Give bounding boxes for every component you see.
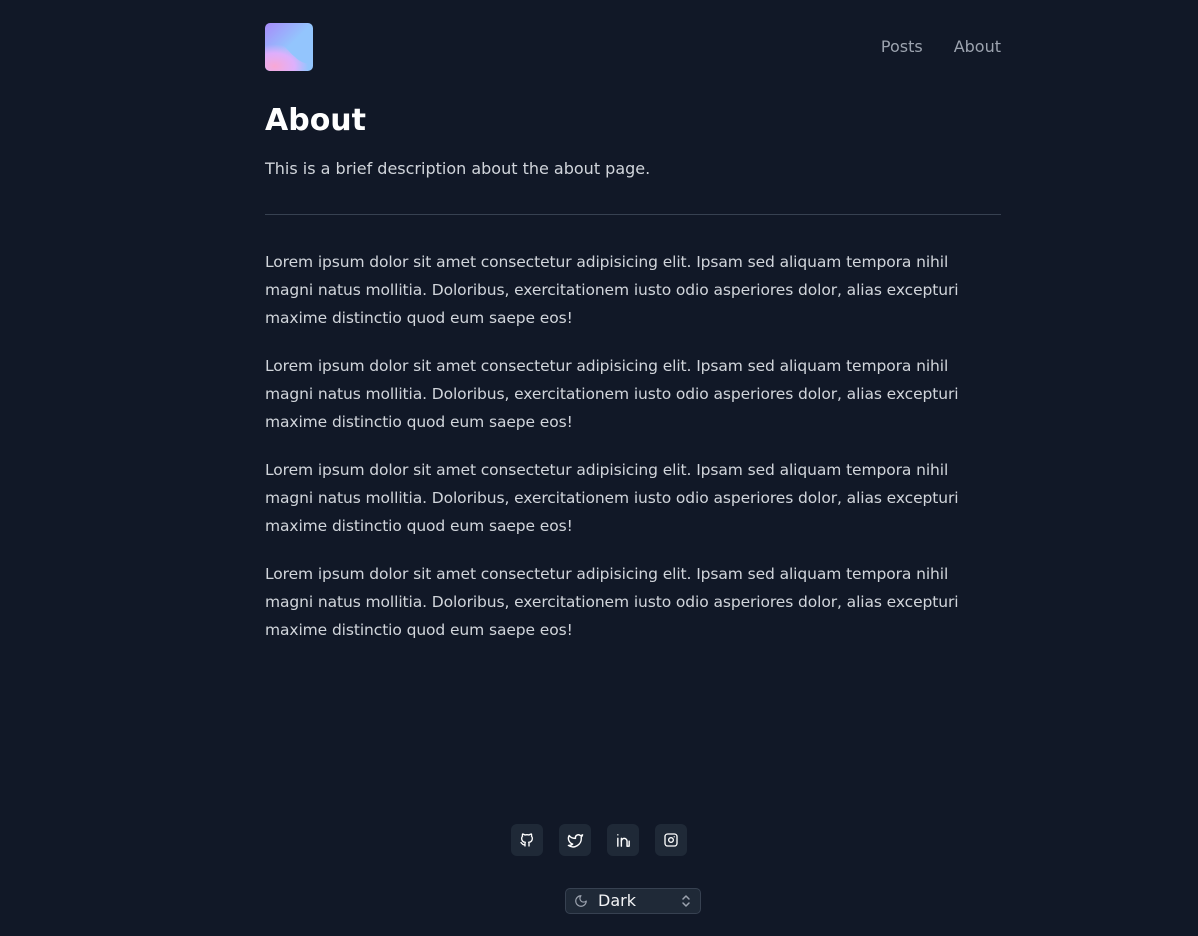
page: Posts About About This is a brief descri… bbox=[0, 0, 1198, 936]
chevron-up-down-icon bbox=[682, 895, 690, 907]
page-description: This is a brief description about the ab… bbox=[265, 159, 651, 178]
paragraph: Lorem ipsum dolor sit amet consectetur a… bbox=[265, 461, 959, 535]
instagram-icon bbox=[664, 833, 678, 847]
site-footer: Dark bbox=[0, 824, 1198, 914]
site-header: Posts About bbox=[265, 23, 1001, 71]
gradient-logo-icon bbox=[265, 23, 313, 71]
logo-link[interactable] bbox=[265, 23, 313, 71]
linkedin-link[interactable] bbox=[607, 824, 639, 856]
main-nav: Posts About bbox=[881, 36, 1001, 58]
github-icon bbox=[520, 833, 533, 847]
paragraph: Lorem ipsum dolor sit amet consectetur a… bbox=[265, 357, 959, 431]
paragraph: Lorem ipsum dolor sit amet consectetur a… bbox=[265, 565, 959, 639]
twitter-icon bbox=[567, 833, 583, 848]
linkedin-icon bbox=[616, 833, 630, 847]
theme-select-value: Dark bbox=[598, 891, 636, 910]
divider bbox=[265, 214, 1001, 215]
instagram-link[interactable] bbox=[655, 824, 687, 856]
moon-icon bbox=[575, 895, 587, 907]
paragraph: Lorem ipsum dolor sit amet consectetur a… bbox=[265, 253, 959, 327]
social-links bbox=[0, 824, 1198, 856]
nav-posts-link[interactable]: Posts bbox=[881, 36, 923, 58]
page-title: About bbox=[265, 103, 367, 138]
nav-about-link[interactable]: About bbox=[954, 36, 1001, 58]
article-content: Lorem ipsum dolor sit amet consectetur a… bbox=[265, 248, 1001, 664]
github-link[interactable] bbox=[511, 824, 543, 856]
theme-select[interactable]: Dark bbox=[565, 888, 701, 914]
twitter-link[interactable] bbox=[559, 824, 591, 856]
